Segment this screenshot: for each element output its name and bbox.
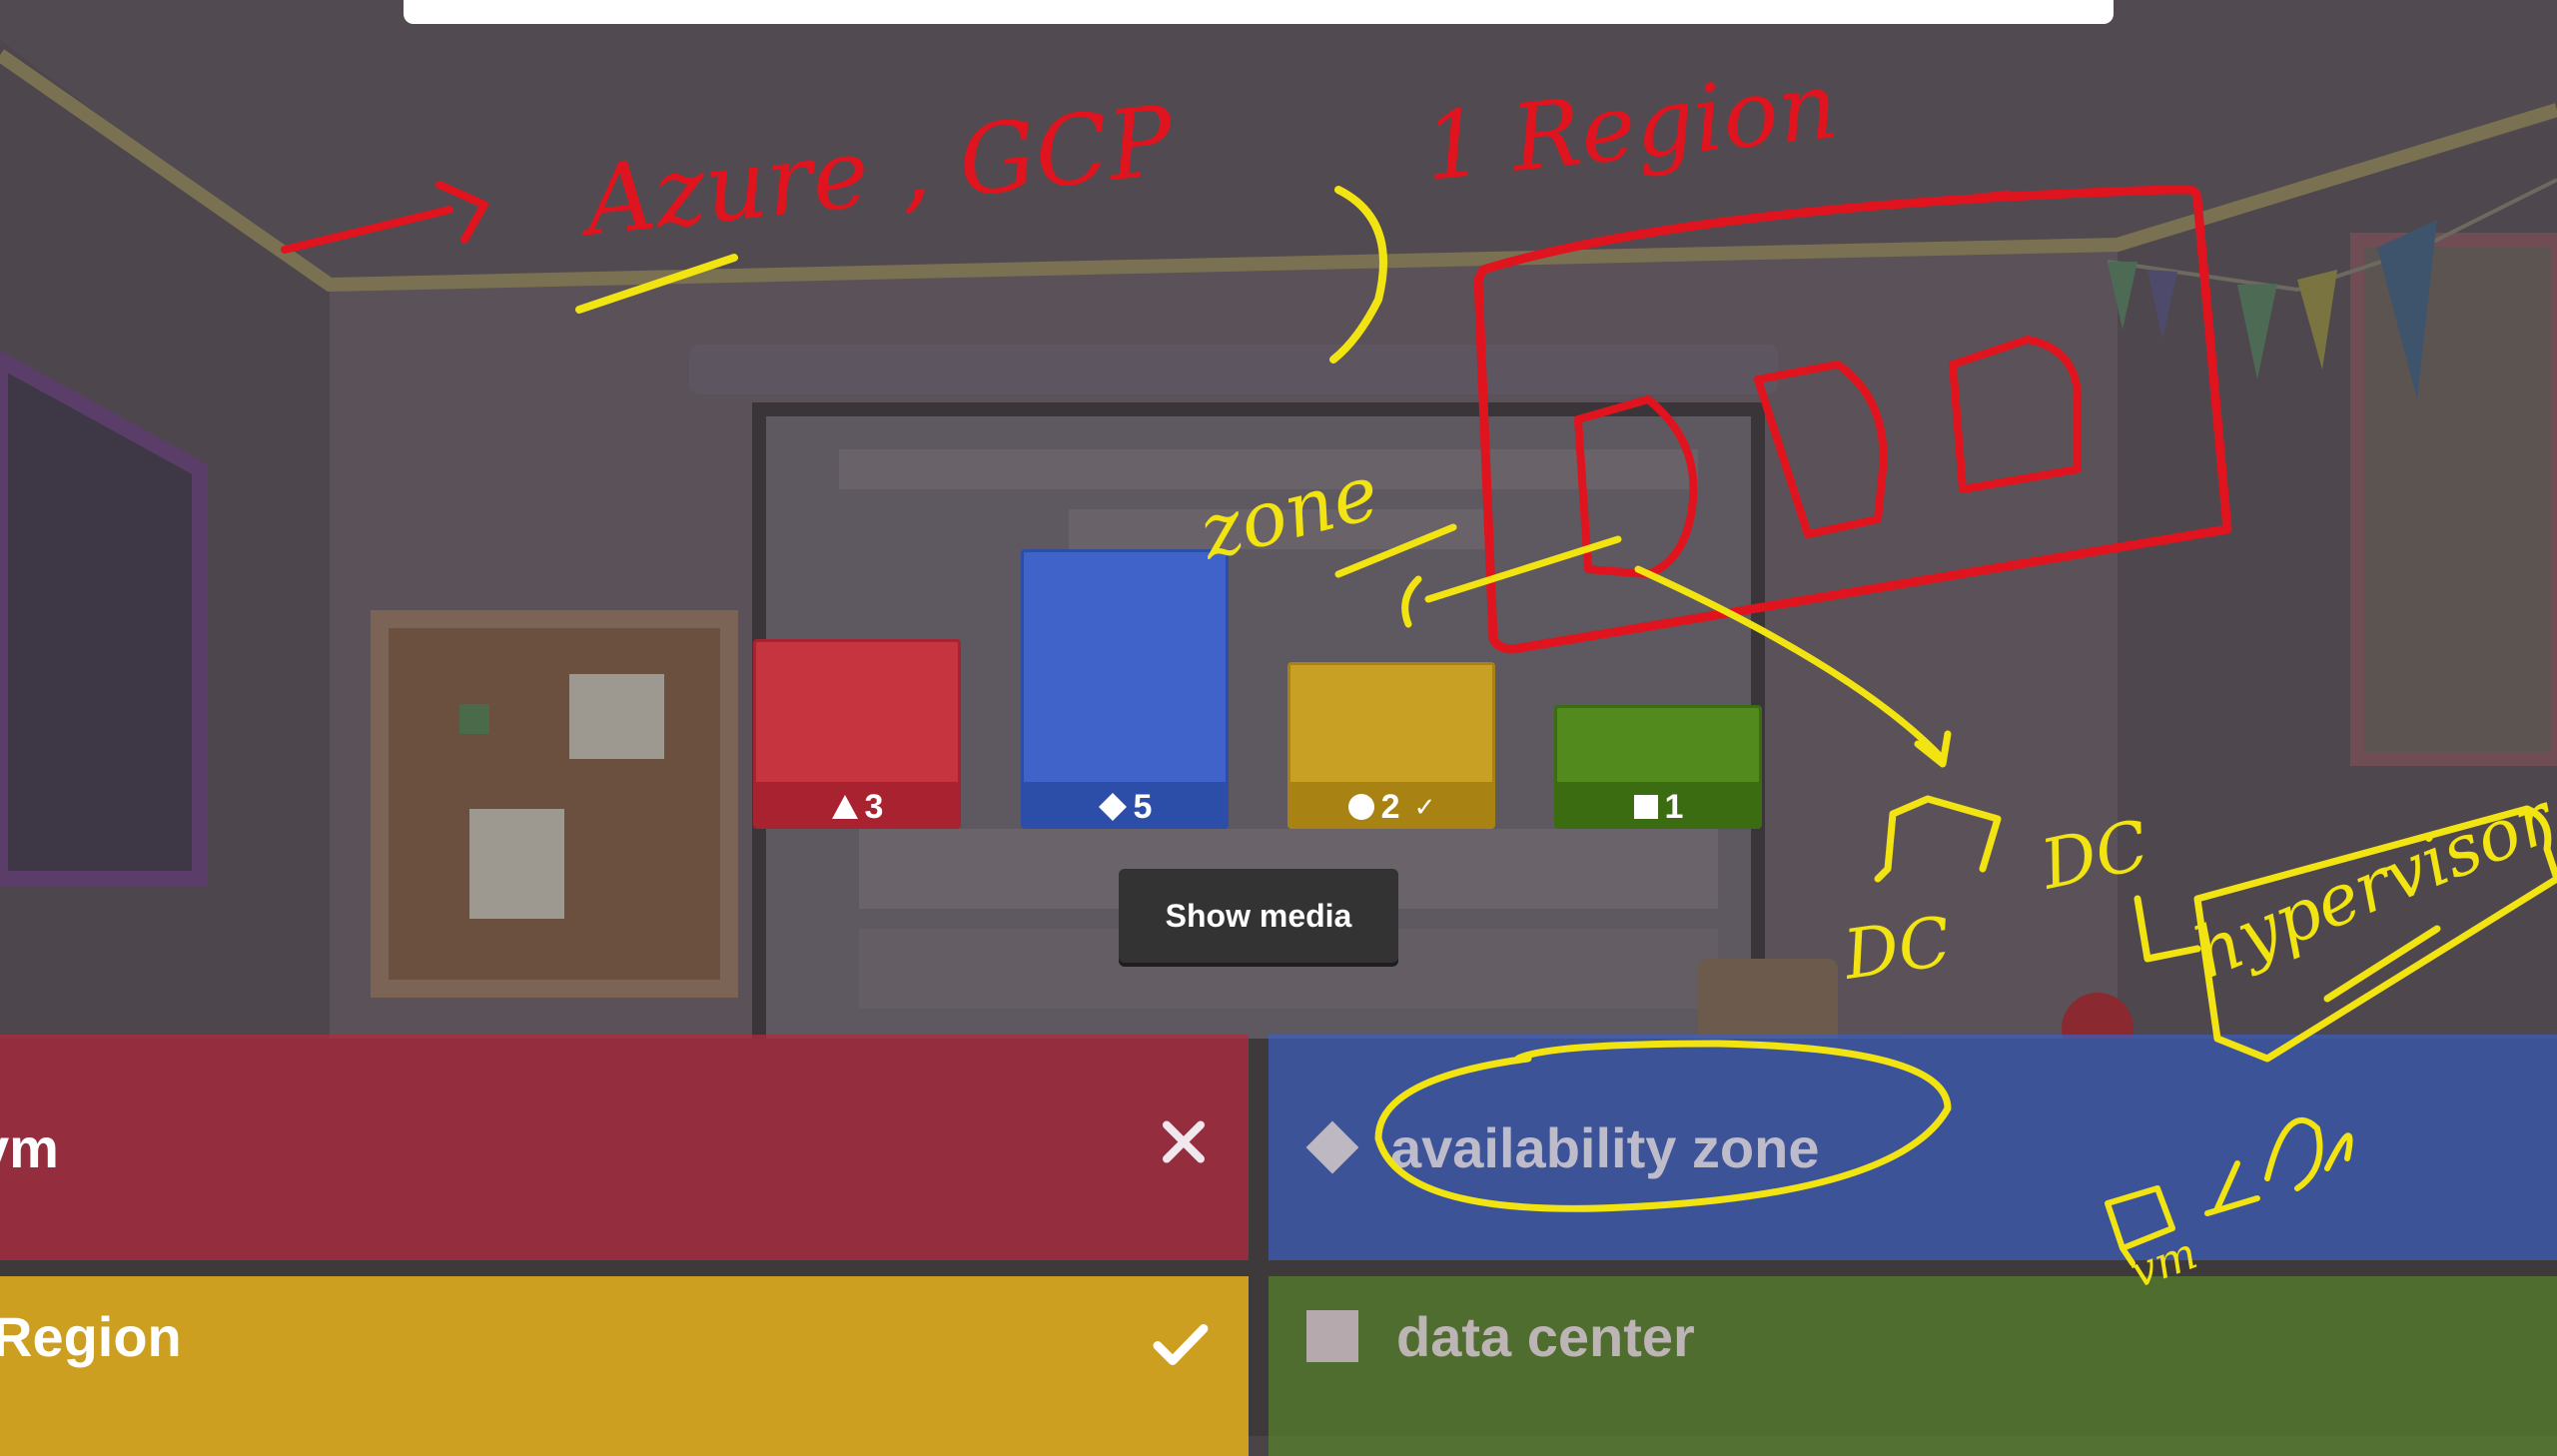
answer-option-yellow[interactable]: Region (0, 1276, 1249, 1456)
bar-label: 3 (753, 785, 961, 829)
diamond-icon (1304, 1119, 1360, 1175)
answer-option-red[interactable]: vm (0, 1035, 1249, 1260)
bar-count: 2 (1380, 787, 1400, 826)
correct-check-icon: ✓ (1413, 791, 1436, 822)
answer-text: availability zone (1390, 1115, 1820, 1179)
bar-count: 5 (1133, 787, 1153, 826)
square-icon (1304, 1308, 1360, 1364)
result-bar-square: 1 (1554, 705, 1762, 829)
circle-icon (1347, 793, 1375, 821)
bar-count: 1 (1664, 787, 1684, 826)
check-icon (1153, 1316, 1209, 1381)
wrong-icon (1159, 1115, 1209, 1180)
bar-count: 3 (864, 787, 884, 826)
bar-fill (1554, 705, 1762, 785)
bar-fill (1021, 549, 1229, 785)
bar-label: 1 (1554, 785, 1762, 829)
answer-option-blue[interactable]: availability zone (1269, 1035, 2557, 1260)
show-media-button[interactable]: Show media (1119, 869, 1398, 963)
bar-fill (753, 639, 961, 785)
answer-text: Region (0, 1304, 182, 1368)
result-bar-diamond: 5 (1021, 549, 1229, 829)
answer-text: data center (1396, 1304, 1695, 1368)
square-icon (1633, 794, 1659, 820)
bar-label: 5 (1021, 785, 1229, 829)
bar-fill (1287, 662, 1495, 785)
answer-text: vm (0, 1115, 59, 1179)
answer-option-green[interactable]: data center (1269, 1276, 2557, 1456)
top-bar (404, 0, 2114, 24)
result-bar-triangle: 3 (753, 639, 961, 829)
triangle-icon (831, 794, 859, 820)
result-bar-circle: 2 ✓ (1287, 662, 1495, 829)
bar-label: 2 ✓ (1287, 785, 1495, 829)
diamond-icon (1098, 792, 1128, 822)
